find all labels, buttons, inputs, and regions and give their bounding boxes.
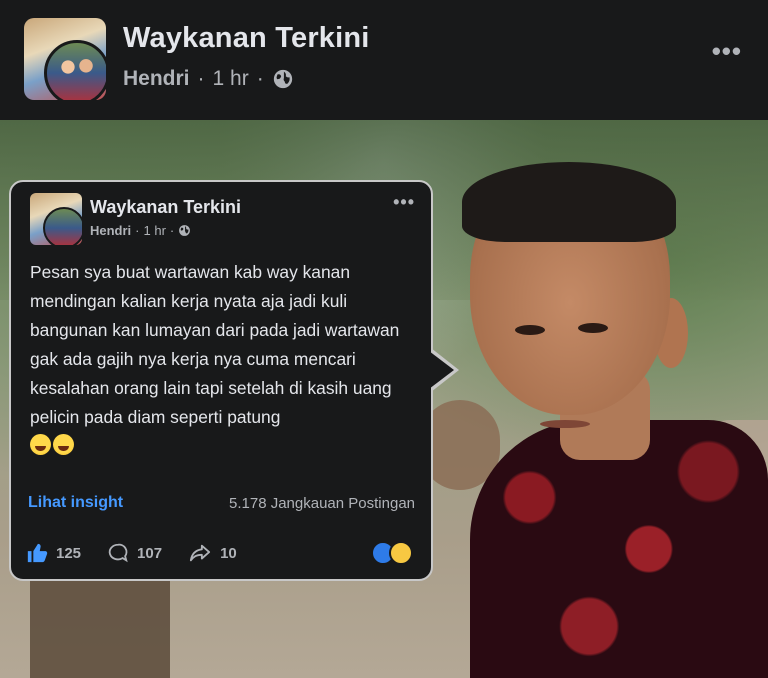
embedded-post-meta: Hendri · 1 hr · bbox=[90, 223, 191, 238]
author-name[interactable]: Hendri bbox=[123, 67, 190, 91]
comment-count: 107 bbox=[137, 544, 163, 562]
speech-bubble-tail-inner bbox=[429, 351, 454, 389]
page-name[interactable]: Waykanan Terkini bbox=[123, 22, 370, 55]
meta-separator: · bbox=[197, 67, 205, 90]
laughing-emoji-icon bbox=[30, 434, 51, 455]
page-avatar[interactable] bbox=[24, 18, 106, 100]
meta-separator: · bbox=[169, 223, 175, 238]
reaction-summary[interactable] bbox=[371, 541, 413, 565]
post-meta: Hendri · 1 hr · bbox=[123, 67, 294, 91]
man-eye bbox=[515, 325, 545, 335]
laughing-emoji-icon bbox=[53, 434, 74, 455]
embedded-author-name[interactable]: Hendri bbox=[90, 223, 131, 238]
embedded-post-card: Waykanan Terkini Hendri · 1 hr · ••• Pes… bbox=[9, 180, 433, 581]
embedded-page-name[interactable]: Waykanan Terkini bbox=[90, 197, 241, 218]
thumbs-up-icon bbox=[27, 543, 48, 563]
meta-separator: · bbox=[256, 67, 264, 90]
man-mouth bbox=[540, 420, 590, 428]
like-count: 125 bbox=[56, 544, 82, 562]
haha-reaction-icon bbox=[389, 541, 413, 565]
man-eye bbox=[578, 323, 608, 333]
post-actions: 125 107 10 bbox=[26, 542, 237, 564]
view-insight-link[interactable]: Lihat insight bbox=[28, 494, 123, 512]
comment-icon bbox=[108, 543, 128, 563]
comment-button[interactable]: 107 bbox=[107, 542, 162, 564]
post-text: Pesan sya buat wartawan kab way kanan me… bbox=[30, 262, 400, 427]
more-options-icon[interactable]: ••• bbox=[393, 192, 415, 213]
embedded-post-time[interactable]: 1 hr bbox=[144, 223, 166, 238]
like-button[interactable]: 125 bbox=[26, 542, 81, 564]
meta-separator: · bbox=[135, 223, 140, 238]
post-time[interactable]: 1 hr bbox=[213, 67, 249, 91]
more-options-icon[interactable]: ••• bbox=[712, 36, 742, 67]
post-header: Waykanan Terkini Hendri · 1 hr · ••• bbox=[0, 0, 768, 120]
author-avatar bbox=[44, 40, 106, 100]
post-reach: 5.178 Jangkauan Postingan bbox=[229, 495, 415, 512]
globe-icon bbox=[273, 69, 292, 89]
share-button[interactable]: 10 bbox=[188, 542, 237, 564]
globe-icon bbox=[179, 225, 191, 236]
share-icon bbox=[189, 544, 211, 562]
embedded-author-avatar bbox=[43, 207, 82, 245]
man-hair bbox=[462, 162, 676, 242]
embedded-page-avatar[interactable] bbox=[30, 193, 82, 245]
share-count: 10 bbox=[220, 544, 237, 562]
emoji-row bbox=[30, 434, 74, 455]
